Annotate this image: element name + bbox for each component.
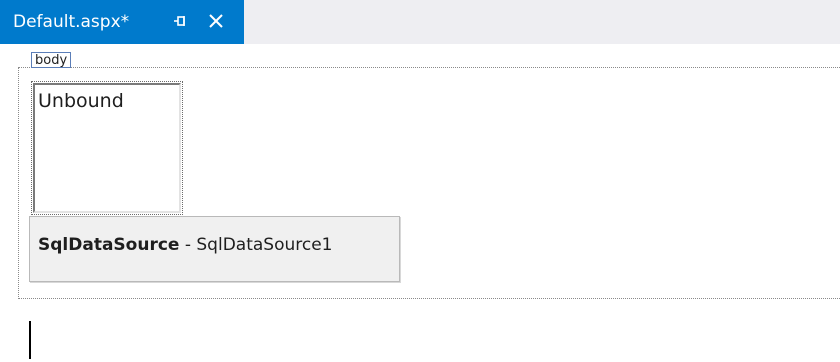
unbound-listbox[interactable]: Unbound — [31, 81, 183, 215]
tab-default-aspx[interactable]: Default.aspx* — [0, 0, 244, 44]
sqldatasource-id: SqlDataSource1 — [196, 235, 333, 255]
close-icon[interactable] — [208, 13, 224, 29]
sqldatasource-separator: - — [179, 235, 197, 255]
sqldatasource-label: SqlDataSource - SqlDataSource1 — [38, 234, 333, 256]
text-caret — [29, 321, 31, 359]
pin-icon[interactable] — [172, 13, 188, 29]
body-tag-label[interactable]: body — [31, 52, 72, 68]
visual-studio-designer-window: Default.aspx* body Unbound SqlDataSource… — [0, 0, 840, 362]
sqldatasource-control[interactable]: SqlDataSource - SqlDataSource1 — [29, 216, 400, 282]
design-surface[interactable]: body Unbound SqlDataSource - SqlDataSour… — [0, 44, 840, 362]
sqldatasource-type: SqlDataSource — [38, 235, 180, 255]
tab-title: Default.aspx* — [13, 12, 130, 32]
document-tab-strip: Default.aspx* — [0, 0, 840, 44]
listbox-frame: Unbound — [33, 83, 181, 213]
listbox-item-unbound: Unbound — [38, 90, 124, 112]
